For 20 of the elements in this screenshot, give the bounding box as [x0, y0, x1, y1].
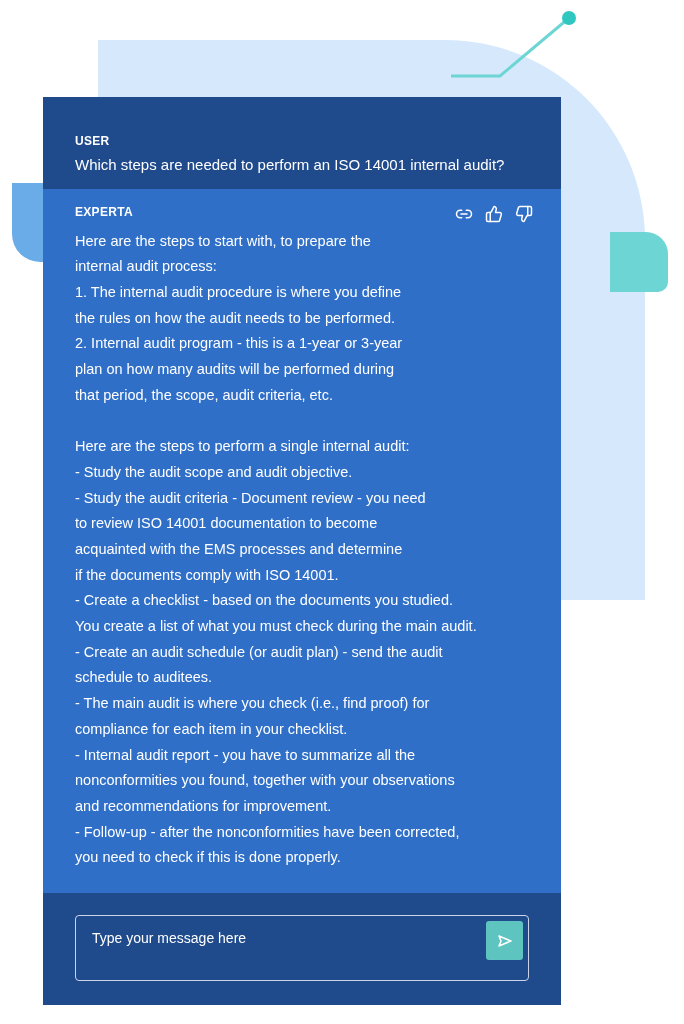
answer-paragraph: - Internal audit report - you have to summarize all the nonconformities you found, together with your observations and recommendations for improvement.	[75, 745, 456, 816]
thumbs-up-icon[interactable]	[485, 204, 503, 223]
answer-paragraph: - Follow-up - after the nonconformities have been corrected, you need to check if this is done properly.	[75, 822, 461, 868]
send-button[interactable]	[486, 921, 523, 961]
send-icon	[496, 933, 513, 948]
sender-label: EXPERTA	[75, 203, 133, 221]
answer-paragraph: - Create a checklist - based on the documents you studied. You create a list of what you must check during the main audit.	[75, 591, 478, 637]
answer-paragraph: - Study the audit criteria - Document review - you need to review ISO 14001 documentation to become acquainted with the EMS processes and determine if the documents comply with ISO 14001.	[75, 488, 427, 585]
answer-paragraph: 2. Internal audit program - this is a 1-year or 3-year plan on how many audits will be performed during that period, the scope, audit criteria, etc.	[75, 334, 404, 405]
answer-paragraph: - Create an audit schedule (or audit plan) - send the audit schedule to auditees.	[75, 642, 444, 688]
accent-square	[610, 232, 668, 292]
answer-paragraph: - The main audit is where you check (i.e., find proof) for compliance for each item in your checklist.	[75, 694, 431, 739]
answer-paragraph: 1. The internal audit procedure is where you define the rules on how the audit needs to be performed.	[75, 282, 403, 328]
user-message: Which steps are needed to perform an ISO 14001 internal audit?	[75, 155, 506, 175]
answer-paragraph: - Study the audit scope and audit objective.	[75, 462, 354, 482]
answer-paragraph: Here are the steps to perform a single internal audit:	[75, 437, 411, 457]
sender-label: USER	[75, 133, 111, 150]
message-input-field[interactable]: Type your message here	[75, 915, 529, 982]
answer-paragraph: Here are the steps to start with, to prepare the internal audit process:	[75, 231, 372, 277]
thumbs-down-icon[interactable]	[515, 204, 533, 223]
